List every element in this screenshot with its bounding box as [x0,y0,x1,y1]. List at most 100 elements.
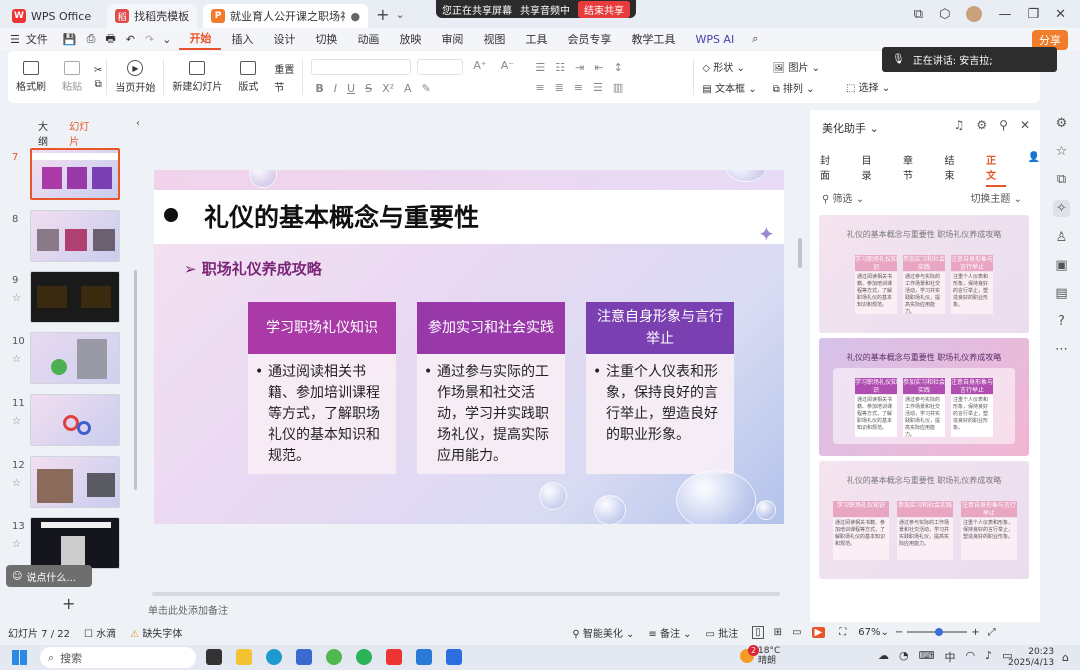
menu-design[interactable]: 设计 [263,31,305,47]
format-painter-button[interactable]: 格式刷 [8,61,54,93]
font-color-icon[interactable]: A [400,82,416,95]
pin-icon[interactable]: ⚲ [999,118,1008,132]
avatar[interactable] [966,6,983,22]
print-icon[interactable]: 🖶 [100,30,120,49]
slide-thumbnail[interactable]: 9 ☆ [0,271,140,327]
canvas-vertical-scrollbar[interactable] [798,238,802,268]
smart-beautify-button[interactable]: ⚲ 智能美化 ⌄ [572,625,634,640]
menu-tools[interactable]: 工具 [515,31,557,47]
tab-cover[interactable]: 封面 [820,152,840,187]
picture-button[interactable]: 🖼 图片 ⌄ [773,59,820,74]
menu-animation[interactable]: 动画 [347,31,389,47]
chat-app-icon[interactable] [356,649,372,665]
tab-slides[interactable]: 幻灯片 [69,118,98,148]
search-icon[interactable]: ⌕ [744,32,766,46]
play-button[interactable]: ▶ [811,626,826,638]
thumbnail-scrollbar[interactable] [134,270,137,490]
tab-body[interactable]: 正文 [986,152,1006,187]
tab-template[interactable]: 稻 找稻壳模板 [107,4,198,28]
template-option[interactable]: 礼仪的基本概念与重要性 职场礼仪养成攻略 学习职场礼仪知识 通过阅读相关书籍、参… [819,215,1029,333]
columns-icon[interactable]: ▥ [609,81,627,94]
shirt-icon[interactable]: ♙ [1056,230,1068,245]
clock[interactable]: 20:23 2025/4/13 [1008,647,1054,669]
notes-button[interactable]: ≡ 备注 ⌄ [648,625,691,640]
slide-title[interactable]: 礼仪的基本概念与重要性 [204,198,479,234]
tab-document[interactable]: P 就业育人公开课之职场礼仪如 ● [203,4,369,28]
font-family-select[interactable] [311,59,412,75]
font-size-select[interactable] [417,59,464,75]
volume-icon[interactable]: ♪ [985,649,992,665]
normal-view-icon[interactable]: ▯ [752,625,764,639]
tablet-app-icon[interactable] [416,649,432,665]
template-option-selected[interactable]: 礼仪的基本概念与重要性 职场礼仪养成攻略 学习职场礼仪知识 通过阅读相关书籍、参… [819,338,1029,456]
filter-button[interactable]: ⚲ 筛选 ⌄ [822,190,864,205]
slide-thumbnail[interactable]: 11 ☆ [0,394,140,450]
menu-review[interactable]: 审阅 [431,31,473,47]
hamburger-icon[interactable]: ☰ [0,33,24,46]
fit-window-icon[interactable]: ⤢ [988,627,996,638]
align-right-icon[interactable]: ≡ [570,81,587,94]
layout-button[interactable]: 版式 [230,61,266,93]
bold-icon[interactable]: B [311,82,327,95]
bullet-list-icon[interactable]: ☰ [531,61,549,74]
headset-icon[interactable]: ♫ [954,118,965,132]
superscript-icon[interactable]: X² [378,82,398,95]
edge-browser-icon[interactable] [266,649,282,665]
user-icon[interactable]: 👤 [1028,152,1040,187]
menu-insert[interactable]: 插入 [221,31,263,47]
weather-widget[interactable]: 2 18°C 晴朗 [740,645,780,666]
book-icon[interactable]: ▤ [1055,286,1067,301]
ime-indicator[interactable]: 中 [945,649,956,665]
numbered-list-icon[interactable]: ☷ [551,61,569,74]
redo-icon[interactable]: ↷ [140,33,159,46]
more-icon[interactable]: ⋯ [1055,342,1068,357]
slide-thumbnail[interactable]: 7 [0,148,140,204]
add-slide-button[interactable]: + [62,594,75,613]
notifications-icon[interactable]: ⌂ [1062,651,1069,664]
store-icon[interactable] [296,649,312,665]
zoom-in-icon[interactable]: + [971,627,979,638]
slide-thumbnail[interactable]: 8 [0,210,140,266]
file-explorer-icon[interactable] [236,649,252,665]
tab-contents[interactable]: 目录 [862,152,882,187]
copy-icon[interactable]: ⧉ [1057,172,1066,187]
font-shrink-icon[interactable]: A⁻ [497,59,518,75]
slide-thumbnail[interactable]: 12 ☆ [0,456,140,512]
chevron-down-icon[interactable]: ⌄ [396,8,405,21]
tab-ending[interactable]: 结束 [945,152,965,187]
menu-file[interactable]: 文件 [24,31,58,47]
italic-icon[interactable]: I [330,82,341,95]
close-icon[interactable]: ✕ [1020,118,1030,132]
zoom-slider-thumb[interactable] [935,628,944,636]
wps-app-icon[interactable] [386,649,402,665]
panel-title[interactable]: 美化助手 ⌄ [822,120,879,136]
menu-transition[interactable]: 切换 [305,31,347,47]
chevron-down-icon[interactable]: ⌄ [159,33,179,46]
slide[interactable]: 礼仪的基本概念与重要性 ✦ ➢ 职场礼仪养成攻略 学习职场礼仪知识 通过阅读相关… [154,170,784,524]
content-column[interactable]: 参加实习和社会实践 通过参与实际的工作场景和社交活动，学习并实践职场礼仪，提高实… [417,302,565,475]
taskbar-search[interactable]: ⌕ 搜索 [40,647,196,668]
menu-home[interactable]: 开始 [179,28,222,50]
reading-view-icon[interactable]: ▭ [792,627,801,638]
image-icon[interactable]: ▣ [1055,258,1067,273]
collapse-icon[interactable]: ‹ [136,118,140,148]
menu-slideshow[interactable]: 放映 [389,31,431,47]
windows-start-icon[interactable] [12,650,27,665]
grid-view-icon[interactable]: ⊞ [774,627,782,638]
comments-button[interactable]: ▭ 批注 [706,625,739,640]
content-column[interactable]: 注意自身形象与言行举止 注重个人仪表和形象，保持良好的言行举止，塑造良好的职业形… [586,302,734,475]
zoom-slider[interactable] [907,628,968,636]
play-from-current-button[interactable]: ▶ 当页开始 [107,60,163,94]
close-window-icon[interactable]: ✕ [1055,7,1066,22]
help-icon[interactable]: ? [1058,314,1065,329]
cut-copy-group[interactable]: ✂ ⧉ [90,65,106,90]
tab-chapter[interactable]: 章节 [903,152,923,187]
font-grow-icon[interactable]: A⁺ [469,59,490,75]
slide-subtitle[interactable]: ➢ 职场礼仪养成攻略 [184,258,322,279]
tab-wps-office[interactable]: W WPS Office [4,4,99,28]
comment-input[interactable]: ☺ 说点什么... [6,565,92,587]
outdent-icon[interactable]: ⇤ [590,61,607,74]
meeting-app-icon[interactable] [446,649,462,665]
wifi-tray-icon[interactable]: ◔ [899,649,909,665]
star-icon[interactable]: ☆ [1056,144,1068,159]
